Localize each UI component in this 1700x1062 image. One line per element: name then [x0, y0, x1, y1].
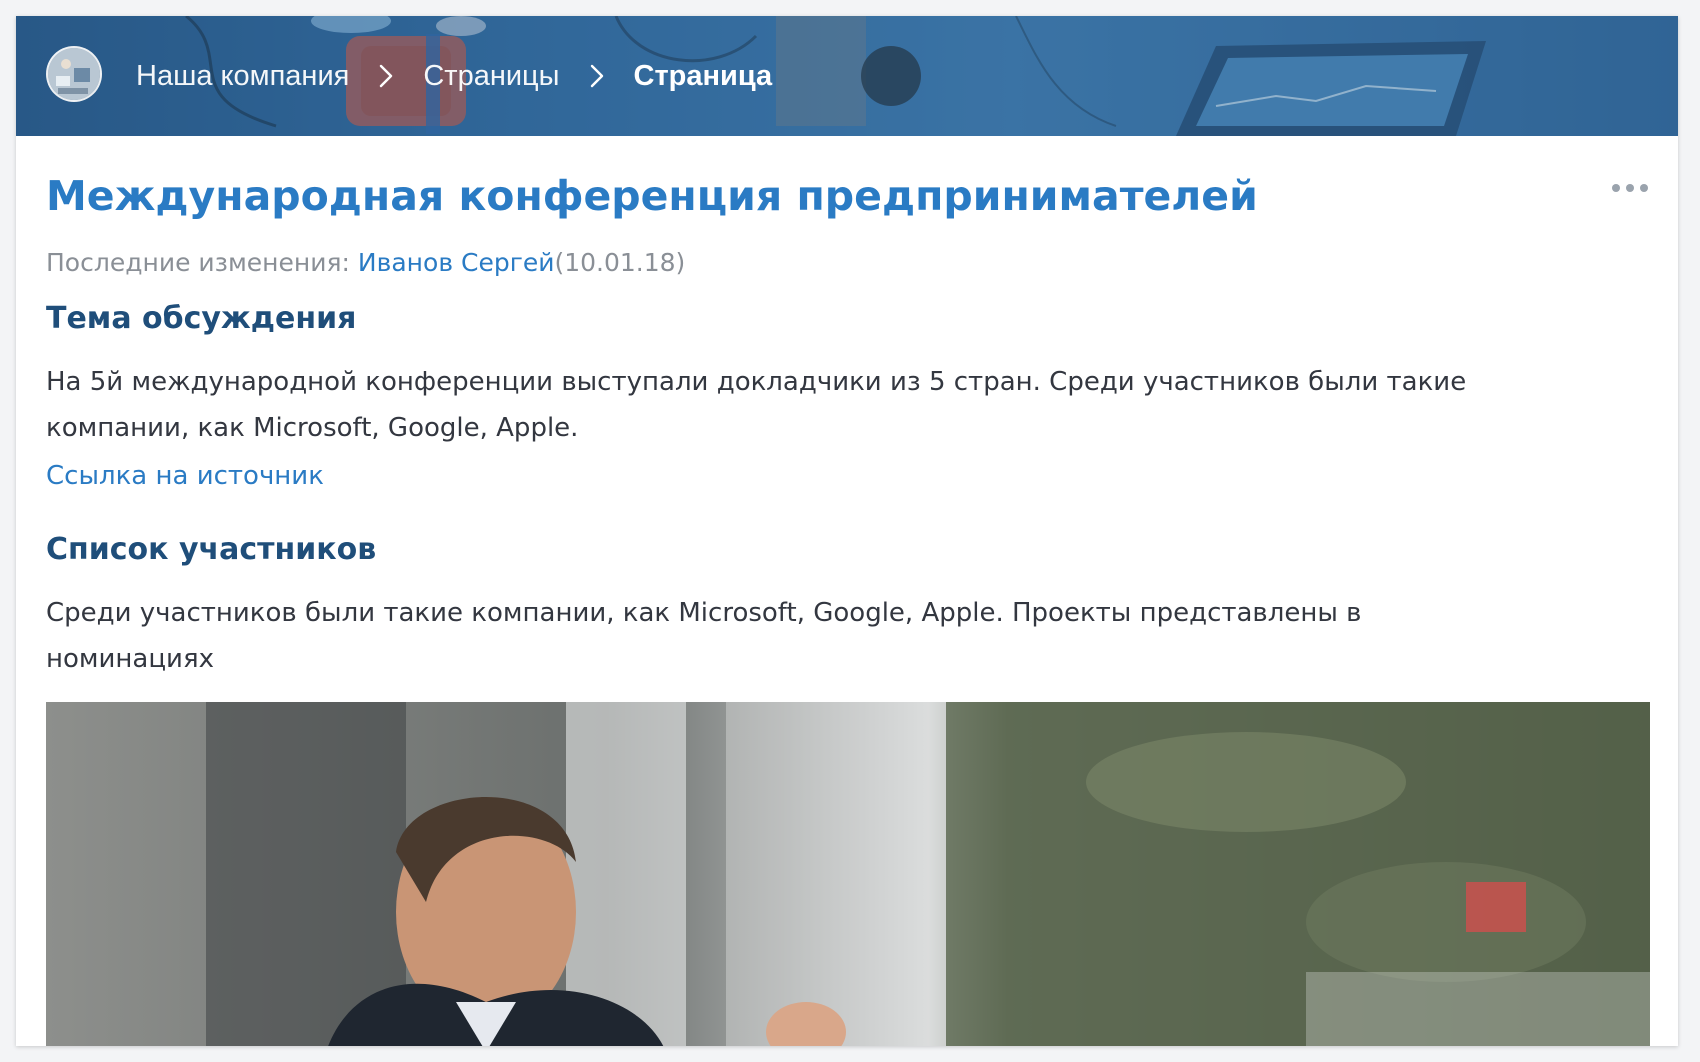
breadcrumb: Наша компания Страницы Страница: [136, 16, 772, 136]
avatar-image: [48, 48, 100, 100]
speaker-photo-image: [46, 702, 1650, 1046]
section-heading-topic: Тема обсуждения: [46, 301, 357, 336]
conference-photo: [46, 702, 1650, 1046]
breadcrumb-our-company[interactable]: Наша компания: [136, 60, 349, 93]
breadcrumb-current-page: Страница: [633, 59, 773, 92]
last-modified-info: Последние изменения: Иванов Сергей(10.01…: [46, 248, 685, 277]
last-modified-label: Последние изменения:: [46, 248, 350, 277]
modified-date: (10.01.18): [554, 248, 686, 277]
company-avatar[interactable]: [46, 46, 102, 102]
header-banner: Наша компания Страницы Страница: [16, 16, 1678, 136]
page-title: Международная конференция предпринимател…: [46, 172, 1258, 220]
section-heading-participants: Список участников: [46, 532, 377, 567]
chevron-right-icon: [349, 63, 423, 89]
chevron-right-icon: [560, 63, 634, 89]
section-text-topic: На 5й международной конференции выступал…: [46, 367, 1467, 443]
author-link[interactable]: Иванов Сергей: [358, 248, 555, 277]
section-text-participants: Среди участников были такие компании, ка…: [46, 598, 1362, 674]
breadcrumb-pages[interactable]: Страницы: [423, 60, 559, 93]
page-card: Наша компания Страницы Страница Междунар…: [16, 16, 1678, 1046]
source-link[interactable]: Ссылка на источник: [46, 461, 324, 491]
more-horizontal-icon[interactable]: [1612, 181, 1652, 195]
